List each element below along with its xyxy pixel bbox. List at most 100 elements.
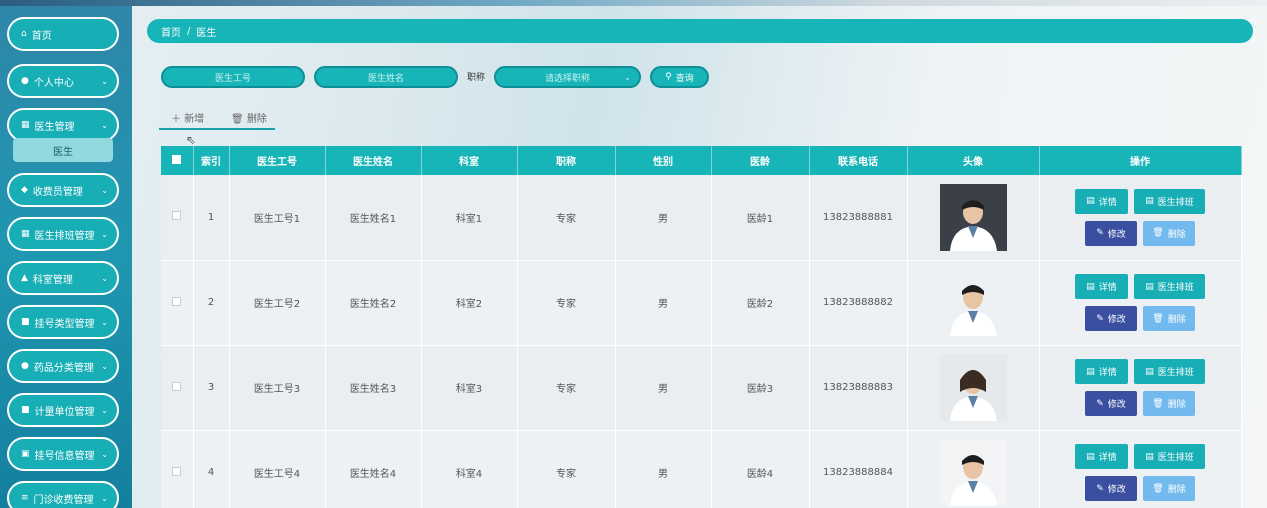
- row-checkbox[interactable]: [172, 296, 182, 306]
- submenu-item-doctor[interactable]: 医生: [13, 138, 113, 162]
- query-button[interactable]: ⚲ 查询: [650, 66, 709, 88]
- edit-button[interactable]: ✎ 修改: [1085, 306, 1137, 331]
- row-select-cell[interactable]: [161, 345, 194, 431]
- schedule-label: 医生排班: [1157, 283, 1194, 293]
- delete-button[interactable]: 🗑 删除: [1143, 220, 1195, 246]
- trash-icon: 🗑: [1152, 398, 1164, 409]
- sidebar-item-7[interactable]: ● 药品分类管理 ⌄: [7, 349, 119, 383]
- cell-name: 医生姓名3: [325, 345, 422, 431]
- chevron-down-icon: ⌄: [101, 361, 108, 371]
- detail-label: 详情: [1098, 368, 1117, 378]
- column-header: 医龄: [711, 146, 810, 175]
- row-select-cell[interactable]: [161, 175, 194, 261]
- chevron-down-icon: ⌄: [101, 120, 108, 130]
- grid-icon: ▦: [21, 120, 30, 130]
- edit-button[interactable]: ✎ 修改: [1085, 220, 1137, 246]
- breadcrumb-home[interactable]: 首页: [161, 24, 181, 39]
- schedule-button[interactable]: ▤ 医生排班: [1134, 444, 1205, 469]
- sidebar-item-10[interactable]: ≡ 门诊收费管理 ⌄: [7, 481, 119, 508]
- title-filter-label: 职称: [467, 73, 486, 83]
- cell-phone: 13823888881: [809, 175, 908, 261]
- doctor-avatar: [939, 183, 1007, 251]
- detail-button[interactable]: ▤ 详情: [1075, 444, 1128, 469]
- cell-index: 3: [193, 345, 230, 431]
- cell-gender: 男: [615, 430, 712, 508]
- schedule-label: 医生排班: [1157, 368, 1194, 378]
- pencil-icon: ✎: [1096, 483, 1104, 494]
- doctor-name-input[interactable]: 医生姓名: [314, 66, 458, 88]
- sidebar-item-5[interactable]: ▲ 科室管理 ⌄: [7, 261, 119, 295]
- delete-label: 删除: [1167, 400, 1186, 410]
- row-select-cell[interactable]: [161, 260, 194, 346]
- sidebar-item-label: 门诊收费管理: [33, 494, 94, 506]
- sidebar-item-9[interactable]: ▣ 挂号信息管理 ⌄: [7, 437, 119, 471]
- cell-gender: 男: [615, 260, 712, 346]
- add-button[interactable]: ＋ 新增: [171, 110, 204, 125]
- row-checkbox[interactable]: [172, 381, 182, 391]
- delete-button[interactable]: 🗑 删除: [1143, 476, 1195, 501]
- select-all-checkbox[interactable]: [172, 154, 182, 164]
- grid-icon: ▦: [21, 229, 30, 239]
- table-row: 2 医生工号2 医生姓名2 科室2 专家男医龄2 13823888882 ▤ 详情 ▤ 医生排班 ✎…: [161, 260, 1242, 346]
- schedule-label: 医生排班: [1157, 453, 1194, 463]
- cell-operations: ▤ 详情 ▤ 医生排班 ✎ 修改 🗑 删除: [1039, 260, 1242, 346]
- sidebar-item-label: 收费员管理: [32, 186, 83, 198]
- table-row: 3 医生工号3 医生姓名3 科室3 专家男医龄3 13823888883 ▤ 详情 ▤ 医生排班 ✎…: [161, 345, 1242, 431]
- doctor-avatar: [939, 439, 1007, 506]
- sidebar-item-1[interactable]: ● 个人中心 ⌄: [7, 64, 119, 98]
- schedule-button[interactable]: ▤ 医生排班: [1134, 274, 1205, 299]
- sidebar-item-6[interactable]: ■ 挂号类型管理 ⌄: [7, 305, 119, 339]
- delete-button[interactable]: 🗑 删除: [1143, 306, 1195, 331]
- delete-label: 删除: [1167, 485, 1186, 495]
- sidebar-item-8[interactable]: ■ 计量单位管理 ⌄: [7, 393, 119, 427]
- document-icon: ▤: [1086, 281, 1095, 292]
- delete-button[interactable]: 🗑 删除: [1143, 391, 1195, 416]
- sidebar-item-0[interactable]: ⌂ 首页: [7, 17, 119, 51]
- home-icon: ⌂: [21, 29, 27, 39]
- title-select-placeholder: 请选择职称: [544, 73, 590, 84]
- cell-dept: 科室1: [421, 175, 518, 261]
- detail-label: 详情: [1098, 283, 1117, 293]
- batch-delete-button[interactable]: 🗑 删除: [231, 110, 267, 125]
- sidebar-item-4[interactable]: ▦ 医生排班管理 ⌄: [7, 217, 119, 251]
- document-icon: ▣: [21, 449, 30, 459]
- cell-seniority: 医龄4: [711, 430, 810, 508]
- cell-seniority: 医龄1: [711, 175, 810, 261]
- sidebar-item-2[interactable]: ▦ 医生管理 ⌄: [7, 108, 119, 142]
- cell-name: 医生姓名4: [325, 430, 422, 508]
- edit-button[interactable]: ✎ 修改: [1085, 476, 1137, 501]
- cell-avatar: [907, 430, 1040, 508]
- edit-button[interactable]: ✎ 修改: [1085, 391, 1137, 416]
- doctor-avatar: [939, 269, 1007, 336]
- menu-icon: ≡: [21, 493, 29, 503]
- chevron-down-icon: ⌄: [101, 405, 108, 415]
- detail-button[interactable]: ▤ 详情: [1075, 359, 1128, 384]
- doctor-id-input[interactable]: 医生工号: [161, 66, 305, 88]
- action-underline: [159, 128, 275, 130]
- cell-doctor-id: 医生工号3: [229, 345, 326, 431]
- schedule-button[interactable]: ▤ 医生排班: [1134, 359, 1205, 384]
- cell-operations: ▤ 详情 ▤ 医生排班 ✎ 修改 🗑 删除: [1039, 175, 1242, 261]
- row-checkbox[interactable]: [172, 211, 182, 221]
- cell-avatar: [907, 175, 1040, 261]
- select-all-cell[interactable]: [161, 146, 194, 175]
- sidebar-item-3[interactable]: ◆ 收费员管理 ⌄: [7, 173, 119, 207]
- edit-label: 修改: [1107, 315, 1126, 325]
- trash-icon: 🗑: [1152, 228, 1164, 239]
- schedule-button[interactable]: ▤ 医生排班: [1134, 188, 1205, 214]
- mouse-cursor-icon: ⇖: [186, 133, 197, 147]
- title-select[interactable]: 请选择职称 ⌄: [494, 66, 641, 88]
- breadcrumb: 首页 / 医生: [147, 19, 1253, 43]
- pencil-icon: ✎: [1096, 313, 1104, 324]
- cell-title: 专家: [517, 345, 616, 431]
- trash-icon: 🗑: [1152, 313, 1164, 324]
- sidebar-item-label: 个人中心: [33, 77, 74, 89]
- detail-button[interactable]: ▤ 详情: [1075, 274, 1128, 299]
- detail-label: 详情: [1098, 197, 1117, 208]
- user-icon: ●: [21, 76, 29, 86]
- row-select-cell[interactable]: [161, 430, 194, 508]
- row-checkbox[interactable]: [172, 466, 182, 476]
- cell-doctor-id: 医生工号1: [229, 175, 326, 261]
- detail-button[interactable]: ▤ 详情: [1075, 188, 1128, 214]
- doctor-avatar: [939, 354, 1007, 421]
